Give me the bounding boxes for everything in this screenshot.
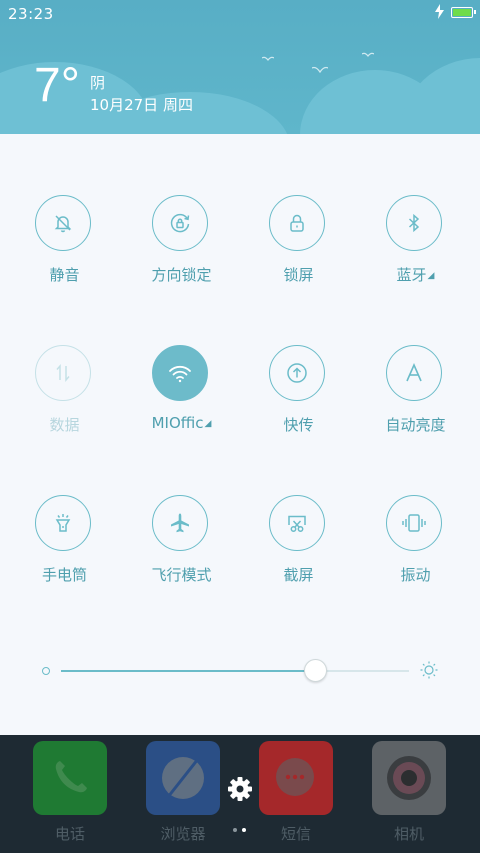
toggle-label: 手电筒 <box>41 566 87 584</box>
phone-app[interactable] <box>33 741 107 815</box>
rotation-lock-icon <box>152 195 208 251</box>
app-label: 相机 <box>393 825 424 843</box>
phone-icon <box>55 761 87 793</box>
brightness-slider-fill <box>61 670 316 672</box>
bird-icon <box>262 56 274 61</box>
mobile-data-icon <box>35 345 91 401</box>
screenshot-icon <box>269 495 325 551</box>
toggle-bluetooth[interactable]: 蓝牙◢ <box>357 195 474 305</box>
brightness-high-icon <box>420 661 438 679</box>
camera-icon <box>387 756 431 800</box>
weather-date: 10月27日 周四 <box>90 96 193 114</box>
toggle-lock-screen[interactable]: 锁屏 <box>240 195 357 305</box>
auto-brightness-icon <box>386 345 442 401</box>
app-label: 浏览器 <box>160 825 206 843</box>
weather-condition: 阴 <box>90 74 106 92</box>
toggle-label: 截屏 <box>283 566 314 584</box>
camera-app[interactable] <box>372 741 446 815</box>
messages-app[interactable] <box>259 741 333 815</box>
charging-icon <box>435 4 444 19</box>
toggle-wifi[interactable]: MIOffic◢ <box>123 345 240 455</box>
bird-icon <box>312 66 328 74</box>
page-dot <box>233 828 237 832</box>
toggle-label: 飞行模式 <box>151 566 212 584</box>
toggle-label: 蓝牙◢ <box>396 266 435 284</box>
toggle-silent[interactable]: 静音 <box>6 195 123 305</box>
app-label: 短信 <box>280 825 311 843</box>
more-options-icon: ◢ <box>204 419 212 429</box>
toggle-label: 静音 <box>49 266 80 284</box>
airplane-icon <box>152 495 208 551</box>
lock-icon <box>269 195 325 251</box>
toggle-vibrate[interactable]: 振动 <box>357 495 474 605</box>
bluetooth-icon <box>386 195 442 251</box>
flashlight-icon <box>35 495 91 551</box>
toggle-airplane[interactable]: 飞行模式 <box>123 495 240 605</box>
toggle-screenshot[interactable]: 截屏 <box>240 495 357 605</box>
quick-transfer-icon <box>269 345 325 401</box>
app-label: 电话 <box>54 825 85 843</box>
brightness-low-icon <box>42 667 50 675</box>
toggle-label: 快传 <box>283 416 314 434</box>
settings-gear-icon[interactable] <box>226 775 254 803</box>
bird-icon <box>362 52 374 57</box>
weather-header[interactable]: 23:23 7° 阴 10月27日 周四 <box>0 0 480 134</box>
more-options-icon: ◢ <box>427 271 435 281</box>
bell-off-icon <box>35 195 91 251</box>
browser-app[interactable] <box>146 741 220 815</box>
toggle-auto-brightness[interactable]: 自动亮度 <box>357 345 474 455</box>
toggle-label: 方向锁定 <box>151 266 212 284</box>
temperature: 7° <box>34 59 80 112</box>
brightness-slider-thumb[interactable] <box>303 659 327 682</box>
toggle-flashlight[interactable]: 手电筒 <box>6 495 123 605</box>
toggle-label: 振动 <box>400 566 431 584</box>
toggle-label: 锁屏 <box>283 266 314 284</box>
browser-icon <box>162 757 204 799</box>
status-bar: 23:23 <box>0 0 480 28</box>
toggle-quick-transfer[interactable]: 快传 <box>240 345 357 455</box>
toggle-label: MIOffic◢ <box>151 414 212 432</box>
battery-icon <box>451 7 476 18</box>
toggle-label: 自动亮度 <box>385 416 446 434</box>
toggle-label: 数据 <box>49 416 80 434</box>
status-time: 23:23 <box>8 5 54 23</box>
toggle-mobile-data[interactable]: 数据 <box>6 345 123 455</box>
messages-icon <box>276 758 314 796</box>
vibrate-icon <box>386 495 442 551</box>
toggle-rotation-lock[interactable]: 方向锁定 <box>123 195 240 305</box>
wifi-icon <box>152 345 208 401</box>
page-dot <box>242 828 246 832</box>
